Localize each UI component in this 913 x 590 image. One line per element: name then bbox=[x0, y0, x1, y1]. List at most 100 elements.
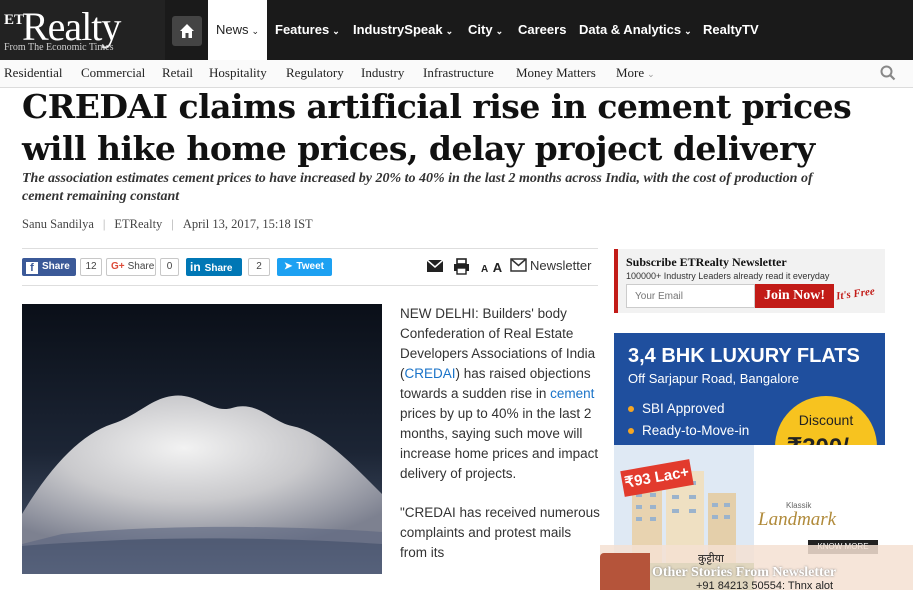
google-plus-icon: G+ bbox=[111, 261, 125, 272]
paragraph-text: prices by up to 40% in the last 2 months… bbox=[400, 406, 599, 481]
subnav-item-money-matters[interactable]: Money Matters bbox=[516, 65, 596, 81]
facebook-share-label: Share bbox=[42, 261, 70, 272]
ad-bullet: Ready-to-Move-in bbox=[628, 423, 749, 438]
nav-item-news[interactable]: News ⌄ bbox=[208, 0, 268, 60]
nav-item-city[interactable]: City ⌄ bbox=[460, 0, 511, 60]
top-navigation-bar: ET Realty From The Economic Times News ⌄ … bbox=[0, 0, 913, 60]
chevron-down-icon: ⌄ bbox=[684, 26, 692, 36]
nav-item-label: Features bbox=[275, 22, 330, 37]
bullet-dot-icon bbox=[628, 428, 634, 435]
ad-bullet: SBI Approved bbox=[628, 401, 725, 416]
linkedin-share-label: Share bbox=[204, 263, 233, 274]
cement-link[interactable]: cement bbox=[550, 386, 594, 401]
its-free-label: It's Free bbox=[835, 285, 876, 303]
article-subheading: The association estimates cement prices … bbox=[22, 171, 813, 204]
email-input[interactable] bbox=[626, 284, 755, 308]
nav-item-label: Careers bbox=[518, 22, 567, 37]
linkedin-share-button[interactable]: in Share bbox=[186, 258, 242, 276]
google-plus-share-button[interactable]: G+ Share bbox=[106, 258, 156, 276]
cement-pile-image bbox=[22, 304, 382, 574]
subnav-item-residential[interactable]: Residential bbox=[4, 65, 63, 81]
subnav-more-label: More bbox=[616, 65, 645, 80]
chevron-down-icon: ⌄ bbox=[647, 69, 655, 79]
ad-location: Off Sarjapur Road, Bangalore bbox=[628, 371, 800, 386]
credai-link[interactable]: CREDAI bbox=[405, 366, 456, 381]
article-headline: CREDAI claims artificial rise in cement … bbox=[22, 87, 852, 168]
toast-message: +91 84213 50554: Thnx alot bbox=[696, 580, 834, 590]
nav-item-label: News bbox=[216, 22, 249, 37]
nav-item-label: IndustrySpeak bbox=[353, 22, 443, 37]
article-image-cement bbox=[22, 304, 382, 574]
article-byline: Sanu Sandilya | ETRealty | April 13, 2017, 1… bbox=[22, 217, 313, 232]
bullet-dot-icon bbox=[628, 406, 634, 413]
article-paragraph: NEW DELHI: Builders' body Confederation … bbox=[400, 304, 600, 484]
envelope-icon bbox=[510, 258, 527, 272]
email-icon[interactable] bbox=[426, 258, 444, 274]
nav-item-data-analytics[interactable]: Data & Analytics ⌄ bbox=[571, 0, 700, 60]
source-name[interactable]: ETRealty bbox=[114, 217, 162, 231]
newsletter-subscribe-box: Subscribe ETRealty Newsletter 100000+ In… bbox=[614, 249, 885, 313]
publish-date: April 13, 2017, 15:18 IST bbox=[182, 217, 313, 231]
ad-bullet-text: SBI Approved bbox=[642, 401, 725, 416]
facebook-share-count: 12 bbox=[80, 258, 102, 276]
subnav-item-hospitality[interactable]: Hospitality bbox=[209, 65, 267, 81]
nav-item-features[interactable]: Features ⌄ bbox=[267, 0, 348, 60]
chevron-down-icon: ⌄ bbox=[332, 26, 340, 36]
divider: | bbox=[171, 217, 174, 231]
ad-bullet-text: Ready-to-Move-in bbox=[642, 423, 750, 438]
twitter-share-button[interactable]: ➤ Tweet bbox=[277, 258, 332, 276]
chevron-down-icon: ⌄ bbox=[445, 26, 454, 36]
author-name[interactable]: Sanu Sandilya bbox=[22, 217, 94, 231]
newsletter-label: Newsletter bbox=[530, 258, 592, 273]
subnav-item-industry[interactable]: Industry bbox=[361, 65, 404, 81]
newsletter-subtitle: 100000+ Industry Leaders already read it… bbox=[626, 271, 830, 281]
facebook-icon: f bbox=[26, 262, 38, 274]
google-plus-share-count: 0 bbox=[160, 258, 179, 276]
join-now-button[interactable]: Join Now! bbox=[755, 284, 834, 308]
chevron-down-icon: ⌄ bbox=[251, 26, 260, 36]
subnav-item-retail[interactable]: Retail bbox=[162, 65, 193, 81]
nav-item-realtytv[interactable]: RealtyTV bbox=[695, 0, 767, 60]
home-button[interactable] bbox=[172, 16, 202, 46]
nav-item-label: Data & Analytics bbox=[579, 22, 682, 37]
nav-item-industryspeak[interactable]: IndustrySpeak ⌄ bbox=[345, 0, 461, 60]
subnav-item-infrastructure[interactable]: Infrastructure bbox=[423, 65, 494, 81]
divider bbox=[22, 248, 598, 249]
avatar bbox=[600, 553, 650, 590]
logo-tagline: From The Economic Times bbox=[4, 42, 114, 53]
subnav-item-more[interactable]: More ⌄ bbox=[616, 65, 655, 81]
chevron-down-icon: ⌄ bbox=[495, 26, 504, 36]
print-icon[interactable] bbox=[453, 258, 470, 275]
discount-label: Discount bbox=[798, 412, 854, 428]
article-body: NEW DELHI: Builders' body Confederation … bbox=[400, 304, 600, 582]
font-large-label: A bbox=[492, 260, 503, 275]
facebook-share-button[interactable]: f Share bbox=[22, 258, 76, 276]
nav-item-label: RealtyTV bbox=[703, 22, 759, 37]
toast-sender: कुट्टीया bbox=[698, 553, 724, 565]
linkedin-share-count: 2 bbox=[248, 258, 270, 276]
notification-toast[interactable]: कुट्टीया Other Stories From Newsletter +… bbox=[600, 545, 913, 590]
google-plus-share-label: Share bbox=[127, 261, 155, 272]
twitter-share-label: Tweet bbox=[296, 261, 324, 272]
ad-title: 3,4 BHK LUXURY FLATS bbox=[628, 345, 860, 367]
font-size-control[interactable]: A A bbox=[481, 259, 502, 277]
search-icon[interactable] bbox=[880, 65, 896, 81]
linkedin-icon: in bbox=[190, 260, 201, 274]
twitter-icon: ➤ bbox=[284, 261, 293, 272]
logo-et-text: ET bbox=[4, 12, 25, 28]
divider bbox=[22, 285, 598, 286]
toast-heading: Other Stories From Newsletter bbox=[652, 565, 837, 580]
nav-item-careers[interactable]: Careers bbox=[510, 0, 574, 60]
category-navigation: Residential Commercial Retail Hospitalit… bbox=[0, 60, 913, 88]
site-logo[interactable]: ET Realty From The Economic Times bbox=[0, 0, 165, 60]
subnav-item-regulatory[interactable]: Regulatory bbox=[286, 65, 344, 81]
newsletter-link[interactable]: Newsletter bbox=[510, 258, 591, 273]
subnav-item-commercial[interactable]: Commercial bbox=[81, 65, 145, 81]
nav-item-label: City bbox=[468, 22, 493, 37]
font-small-label: A bbox=[481, 264, 489, 275]
home-icon bbox=[180, 24, 194, 38]
article-paragraph: "CREDAI has received numerous complaints… bbox=[400, 505, 600, 560]
newsletter-title: Subscribe ETRealty Newsletter bbox=[626, 255, 787, 269]
divider: | bbox=[102, 217, 106, 231]
ad-brand: Landmark bbox=[758, 509, 837, 530]
